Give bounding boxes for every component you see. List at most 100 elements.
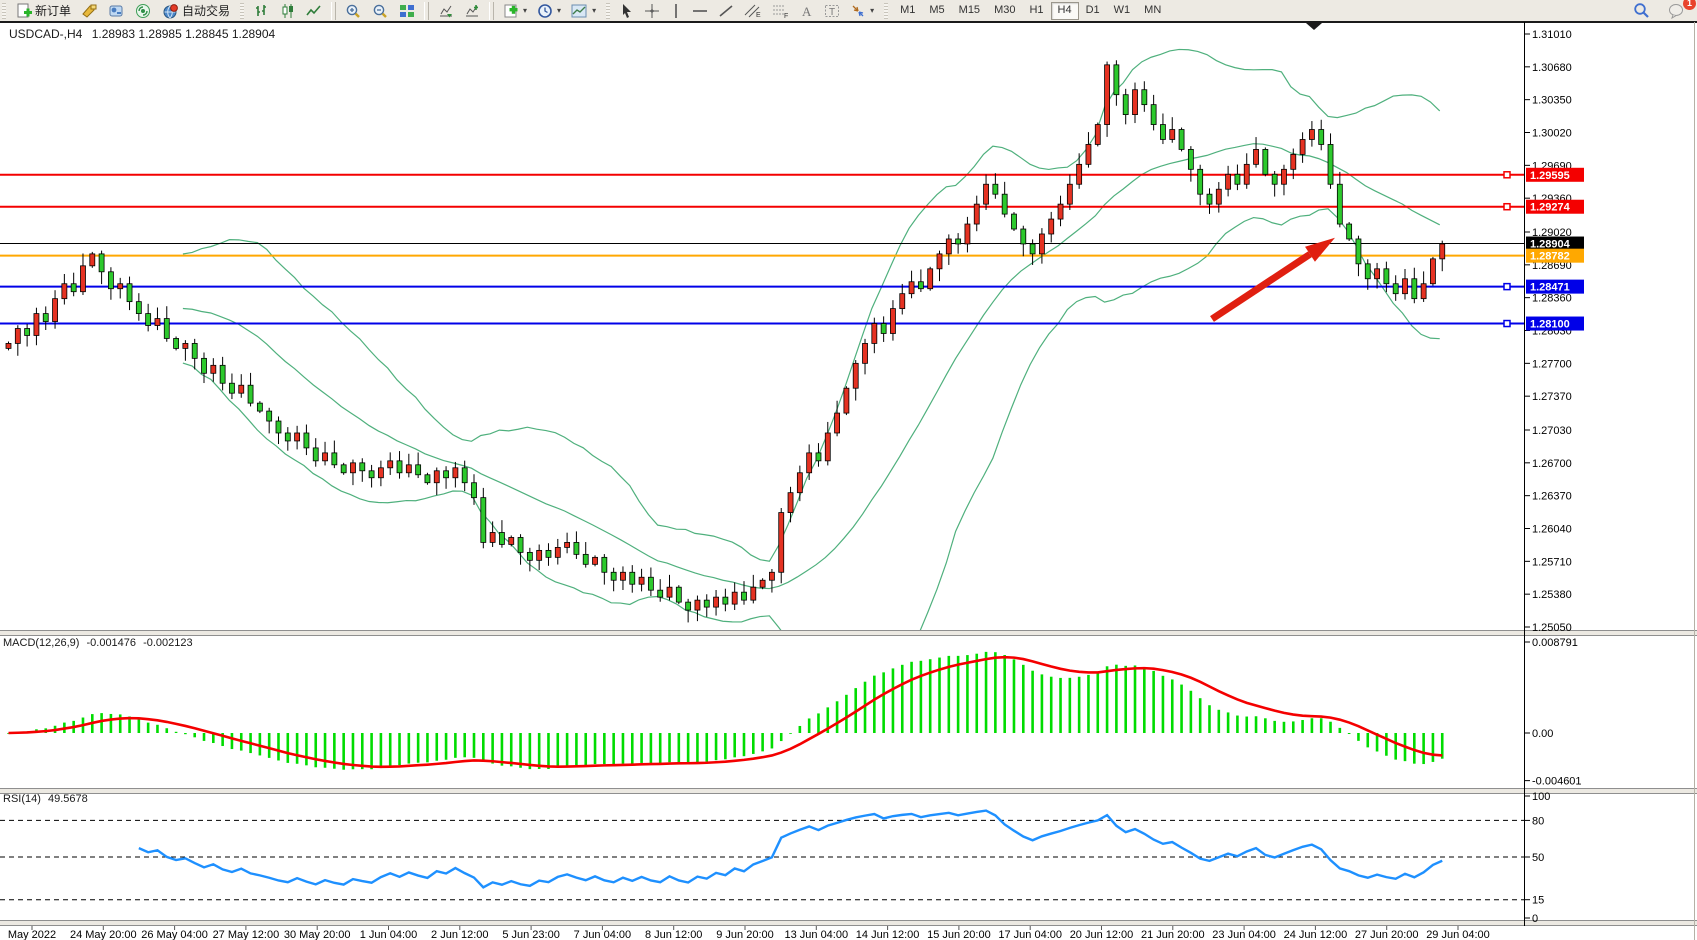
- symbol-period-label: USDCAD-,H4: [9, 27, 82, 41]
- timeframe-d1-button[interactable]: D1: [1079, 2, 1107, 20]
- svg-text:14 Jun 12:00: 14 Jun 12:00: [856, 929, 920, 940]
- svg-text:1.29274: 1.29274: [1530, 202, 1571, 214]
- autotrading-button[interactable]: 自动交易: [157, 1, 235, 21]
- timeframe-group: M1M5M15M30H1H4D1W1MN: [890, 0, 1171, 22]
- main-toolbar: 新订单 自动交易 ▾ ▾ ▾: [0, 0, 1697, 22]
- timeframe-m5-button[interactable]: M5: [922, 2, 951, 20]
- vline-icon: [670, 3, 682, 19]
- zoom-out-button[interactable]: [367, 1, 394, 21]
- chart-window[interactable]: 1.310101.306801.303501.300201.296901.293…: [0, 22, 1697, 940]
- timeframe-m30-button[interactable]: M30: [987, 2, 1022, 20]
- svg-text:1 Jun 04:00: 1 Jun 04:00: [360, 929, 418, 940]
- svg-text:80: 80: [1532, 815, 1544, 827]
- market-watch-button[interactable]: [103, 1, 130, 21]
- svg-text:0: 0: [1532, 913, 1538, 925]
- toolbar-grip[interactable]: [240, 3, 244, 19]
- toolbar-grip[interactable]: [884, 3, 888, 19]
- toolbar-separator: [331, 2, 336, 20]
- toolbar-grip[interactable]: [2, 3, 6, 19]
- timeframe-h1-button[interactable]: H1: [1022, 2, 1050, 20]
- toolbar-right: 1: [1628, 1, 1697, 21]
- ohlc-values: 1.28983 1.28985 1.28845 1.28904: [92, 27, 276, 41]
- chart-canvas[interactable]: 1.310101.306801.303501.300201.296901.293…: [0, 22, 1697, 940]
- macd-name: MACD(12,26,9): [3, 637, 79, 649]
- cursor-button[interactable]: [615, 1, 639, 21]
- svg-text:1.25380: 1.25380: [1532, 589, 1572, 601]
- search-button[interactable]: [1628, 1, 1655, 21]
- toolbar-grip[interactable]: [606, 3, 610, 19]
- svg-text:15 Jun 20:00: 15 Jun 20:00: [927, 929, 991, 940]
- period-button[interactable]: ▾: [532, 1, 566, 21]
- svg-text:E: E: [756, 12, 761, 19]
- svg-text:7 Jun 04:00: 7 Jun 04:00: [574, 929, 632, 940]
- channel-button[interactable]: E: [739, 1, 767, 21]
- template-button[interactable]: ▾: [566, 1, 601, 21]
- svg-text:9 Jun 20:00: 9 Jun 20:00: [716, 929, 774, 940]
- svg-text:24 Jun 12:00: 24 Jun 12:00: [1284, 929, 1348, 940]
- timeframe-m15-button[interactable]: M15: [952, 2, 987, 20]
- dropdown-caret-icon: ▾: [557, 6, 561, 15]
- dropdown-caret-icon: ▾: [592, 6, 596, 15]
- svg-text:T: T: [829, 7, 835, 18]
- svg-text:1.30020: 1.30020: [1532, 128, 1572, 140]
- toolbar-separator: [424, 2, 429, 20]
- svg-text:1.27030: 1.27030: [1532, 425, 1572, 437]
- candlestick-button[interactable]: [275, 1, 301, 21]
- search-icon: [1633, 2, 1650, 19]
- svg-text:1.30350: 1.30350: [1532, 95, 1572, 107]
- svg-text:30 May 20:00: 30 May 20:00: [284, 929, 351, 940]
- scroll-group: [430, 0, 488, 22]
- bar-chart-button[interactable]: [249, 1, 275, 21]
- toolbar-separator: [489, 2, 494, 20]
- svg-text:1.25050: 1.25050: [1532, 622, 1572, 634]
- trendline-icon: [718, 3, 734, 19]
- auto-scroll-button[interactable]: [433, 1, 459, 21]
- chart-shift-icon: [464, 3, 480, 19]
- line-chart-button[interactable]: [301, 1, 327, 21]
- svg-text:29 Jun 04:00: 29 Jun 04:00: [1426, 929, 1490, 940]
- shapes-button[interactable]: ▾: [845, 1, 879, 21]
- timeframe-mn-button[interactable]: MN: [1137, 2, 1168, 20]
- svg-text:1.28471: 1.28471: [1530, 282, 1570, 294]
- add-indicator-button[interactable]: ▾: [498, 1, 532, 21]
- fibonacci-button[interactable]: F: [767, 1, 795, 21]
- svg-text:5 Jun 23:00: 5 Jun 23:00: [502, 929, 560, 940]
- svg-text:A: A: [802, 4, 812, 19]
- trendline-button[interactable]: [713, 1, 739, 21]
- trade-group: 新订单 自动交易: [8, 0, 238, 22]
- svg-text:1.31010: 1.31010: [1532, 29, 1572, 41]
- svg-text:0.00: 0.00: [1532, 728, 1553, 740]
- notifications-button[interactable]: 1: [1663, 1, 1691, 21]
- signals-icon: [135, 3, 152, 19]
- line-chart-icon: [306, 3, 322, 19]
- vline-button[interactable]: [665, 1, 687, 21]
- timeframe-h4-button[interactable]: H4: [1051, 2, 1079, 20]
- svg-text:-0.004601: -0.004601: [1532, 776, 1582, 788]
- chart-shift-button[interactable]: [459, 1, 485, 21]
- text-button[interactable]: A: [795, 1, 819, 21]
- new-order-button[interactable]: 新订单: [11, 1, 76, 21]
- svg-text:2 Jun 12:00: 2 Jun 12:00: [431, 929, 489, 940]
- tile-windows-button[interactable]: [394, 1, 420, 21]
- svg-text:100: 100: [1532, 791, 1550, 803]
- autotrading-icon: [162, 3, 179, 19]
- metaeditor-button[interactable]: [76, 1, 103, 21]
- timeframe-w1-button[interactable]: W1: [1107, 2, 1138, 20]
- svg-text:23 Jun 04:00: 23 Jun 04:00: [1212, 929, 1276, 940]
- mt4-window: { "toolbar": { "new_order_label": "新订单",…: [0, 0, 1697, 940]
- svg-text:13 Jun 04:00: 13 Jun 04:00: [784, 929, 848, 940]
- fibonacci-icon: F: [772, 3, 790, 19]
- signals-button[interactable]: [130, 1, 157, 21]
- svg-text:8 Jun 12:00: 8 Jun 12:00: [645, 929, 703, 940]
- text-icon: A: [800, 3, 814, 19]
- label-button[interactable]: T: [819, 1, 845, 21]
- zoom-in-icon: [345, 3, 362, 19]
- crosshair-button[interactable]: [639, 1, 665, 21]
- svg-text:1.28360: 1.28360: [1532, 293, 1572, 305]
- zoom-in-button[interactable]: [340, 1, 367, 21]
- timeframe-m1-button[interactable]: M1: [893, 2, 922, 20]
- svg-text:27 Jun 20:00: 27 Jun 20:00: [1355, 929, 1419, 940]
- chart-type-group: [246, 0, 330, 22]
- shapes-icon: [850, 3, 866, 19]
- hline-button[interactable]: [687, 1, 713, 21]
